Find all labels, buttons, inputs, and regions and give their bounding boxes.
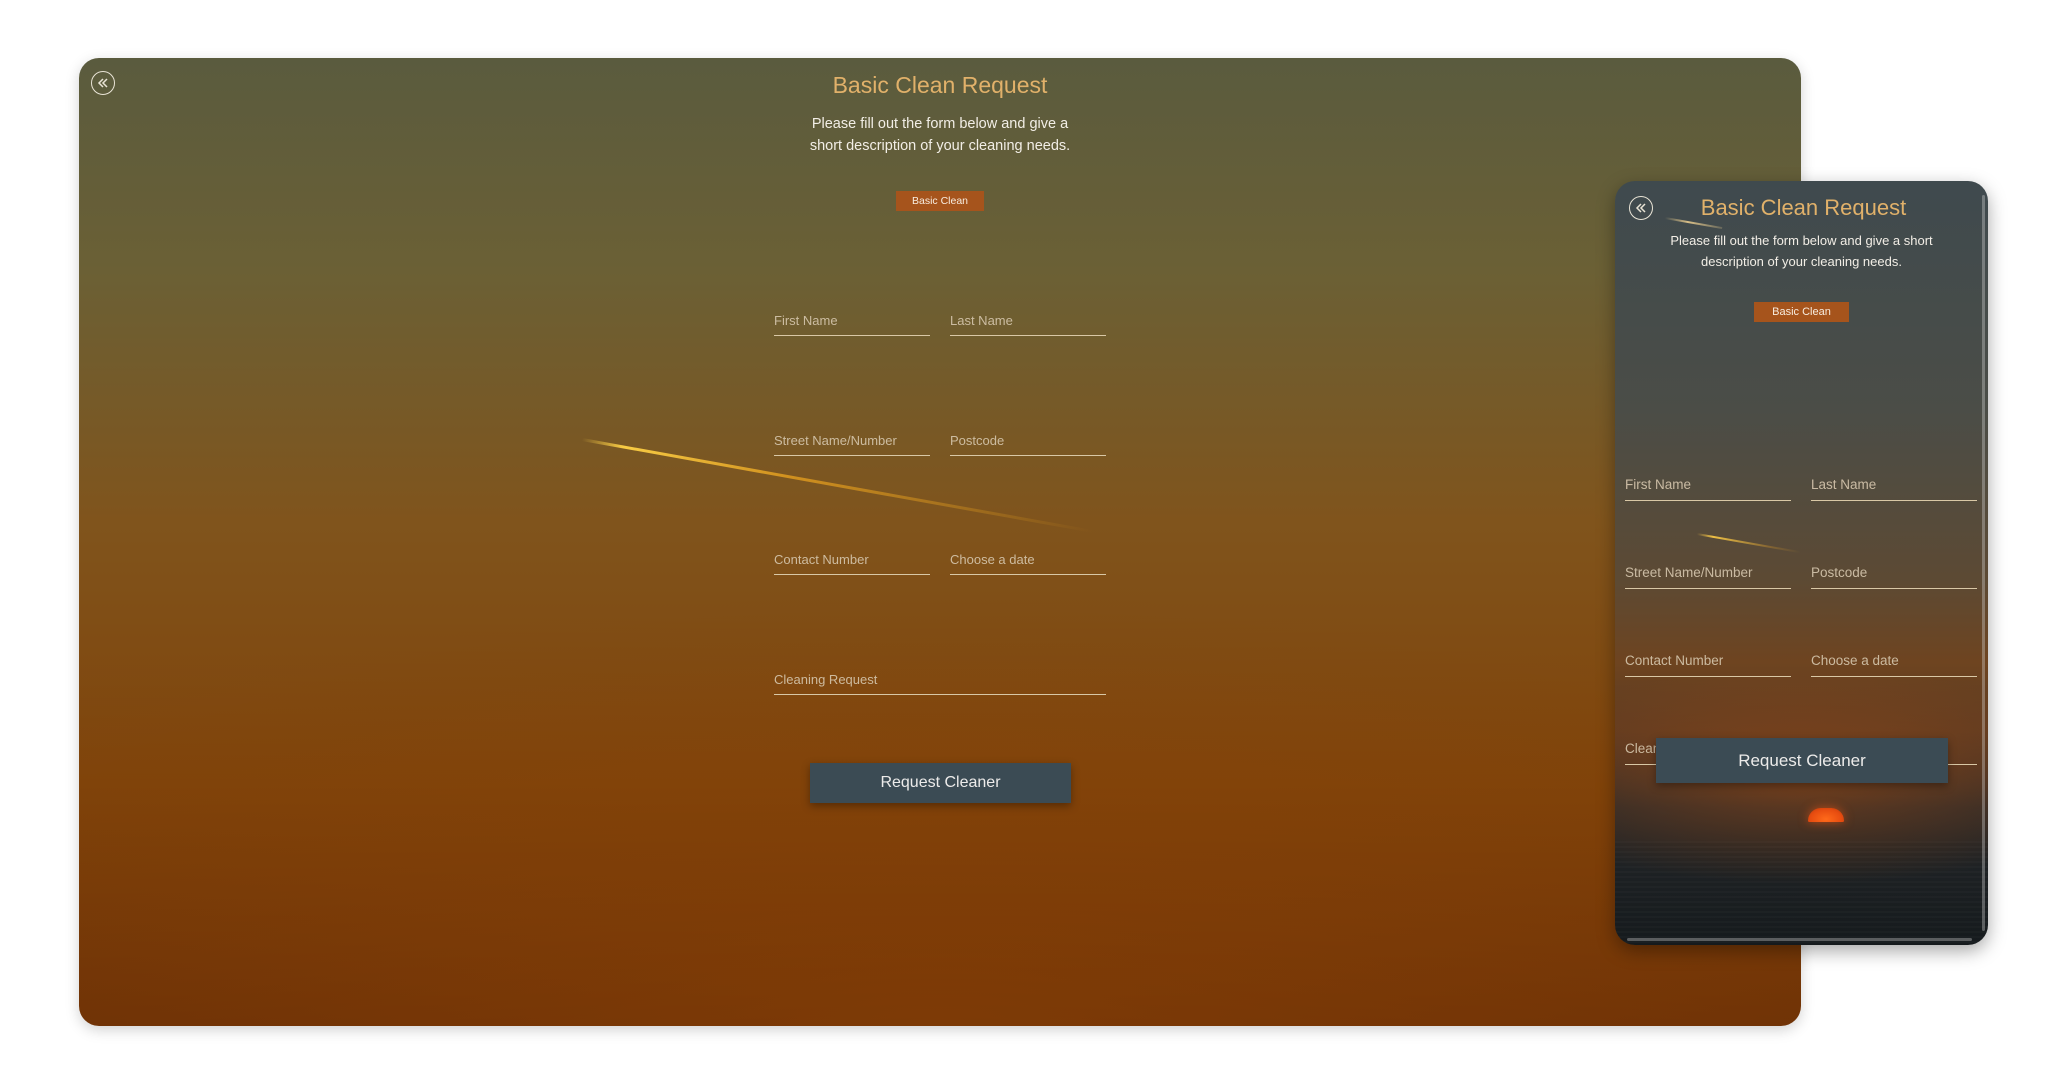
postcode-input[interactable] (1811, 557, 1977, 587)
street-input[interactable] (1625, 557, 1791, 587)
page-title: Basic Clean Request (832, 72, 1048, 98)
postcode-field (1811, 557, 1977, 589)
address-row (774, 426, 1106, 456)
contact-number-input[interactable] (1625, 645, 1791, 675)
vertical-scrollbar[interactable] (1982, 195, 1985, 931)
request-form-header: Basic Clean Request Please fill out the … (1615, 181, 1988, 322)
date-input[interactable] (950, 545, 1106, 573)
cleaning-request-input[interactable] (774, 665, 1106, 693)
first-name-field (1625, 469, 1791, 501)
request-cleaner-button[interactable]: Request Cleaner (1656, 738, 1948, 783)
postcode-field (950, 426, 1106, 456)
request-row (774, 665, 1106, 695)
last-name-field (950, 306, 1106, 336)
contact-row (774, 545, 1106, 575)
request-cleaner-button[interactable]: Request Cleaner (810, 763, 1071, 803)
name-row (1625, 469, 1977, 501)
form-fields (774, 306, 1106, 785)
page-subtitle: Please fill out the form below and give … (1670, 233, 1933, 269)
sea-graphic (1615, 841, 1988, 945)
first-name-field (774, 306, 930, 336)
street-field (1625, 557, 1791, 589)
street-field (774, 426, 930, 456)
service-badge[interactable]: Basic Clean (1754, 302, 1849, 322)
mobile-mockup: Basic Clean Request Please fill out the … (1615, 181, 1988, 945)
date-input[interactable] (1811, 645, 1977, 675)
address-row (1625, 557, 1977, 589)
horizontal-scrollbar[interactable] (1627, 938, 1972, 941)
last-name-input[interactable] (950, 306, 1106, 334)
last-name-input[interactable] (1811, 469, 1977, 499)
contact-row (1625, 645, 1977, 677)
page-title: Basic Clean Request (1700, 195, 1907, 220)
last-name-field (1811, 469, 1977, 501)
contact-number-input[interactable] (774, 545, 930, 573)
first-name-input[interactable] (1625, 469, 1791, 499)
cleaning-request-field (774, 665, 1106, 695)
postcode-input[interactable] (950, 426, 1106, 454)
request-form-header: Basic Clean Request Please fill out the … (79, 58, 1801, 211)
contact-field (1625, 645, 1791, 677)
first-name-input[interactable] (774, 306, 930, 334)
date-field (1811, 645, 1977, 677)
street-input[interactable] (774, 426, 930, 454)
service-badge[interactable]: Basic Clean (895, 191, 985, 211)
date-field (950, 545, 1106, 575)
page-subtitle: Please fill out the form below and give … (809, 116, 1071, 154)
desktop-mockup: Basic Clean Request Please fill out the … (79, 58, 1801, 1026)
contact-field (774, 545, 930, 575)
name-row (774, 306, 1106, 336)
